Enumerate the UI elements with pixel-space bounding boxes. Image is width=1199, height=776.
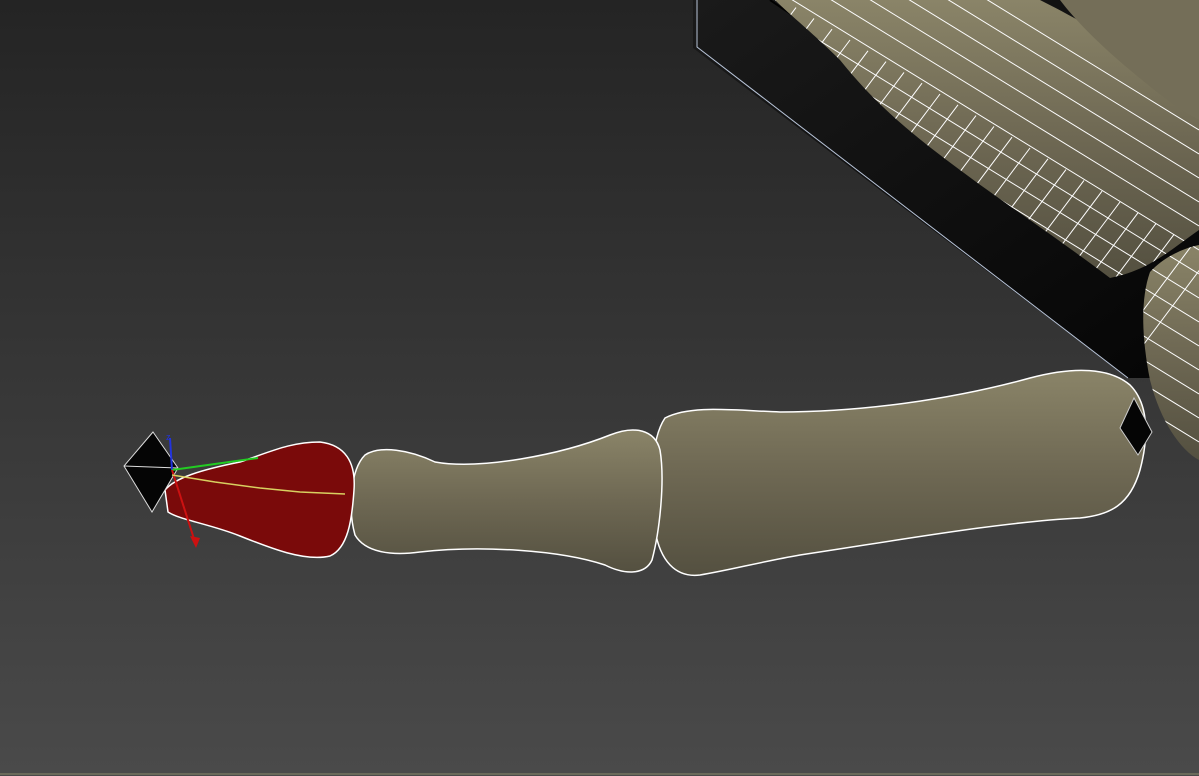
3d-viewport[interactable]: z	[0, 0, 1199, 776]
viewport-canvas[interactable]: z	[0, 0, 1199, 776]
gizmo-z-label: z	[166, 432, 171, 442]
